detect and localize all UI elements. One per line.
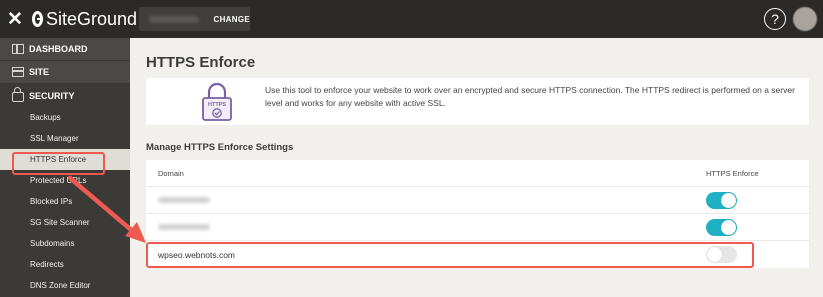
- toggle-knob: [721, 219, 736, 235]
- table-row: [146, 187, 809, 214]
- table-header: Domain HTTPS Enforce: [146, 160, 809, 187]
- annotation-highlight-sidebar: [12, 152, 105, 175]
- avatar[interactable]: [793, 7, 817, 31]
- site-name-redacted: [149, 15, 199, 23]
- sidebar-section-label: SECURITY: [29, 90, 75, 101]
- sidebar-item-dns-zone-editor[interactable]: DNS Zone Editor: [0, 275, 130, 296]
- sidebar-item-blocked-ips[interactable]: Blocked IPs: [0, 191, 130, 212]
- annotation-highlight-row: [146, 242, 754, 268]
- https-enforce-toggle[interactable]: [706, 218, 737, 236]
- site-icon: [12, 67, 24, 77]
- toggle-knob: [721, 192, 736, 208]
- https-icon-label: HTTPS: [208, 102, 226, 108]
- sidebar-item-sg-site-scanner[interactable]: SG Site Scanner: [0, 212, 130, 233]
- table-row: [146, 214, 809, 241]
- logo-icon: [32, 11, 43, 27]
- sidebar-item-redirects[interactable]: Redirects: [0, 254, 130, 275]
- logo-text: SiteGround: [45, 8, 137, 29]
- page-title: HTTPS Enforce: [146, 54, 256, 71]
- lock-icon: [12, 87, 24, 102]
- info-description: Use this tool to enforce your website to…: [265, 85, 795, 108]
- column-header-domain: Domain: [158, 168, 184, 178]
- domain-redacted: [158, 197, 210, 203]
- section-title: Manage HTTPS Enforce Settings: [146, 142, 294, 153]
- sidebar-section-label: DASHBOARD: [29, 44, 88, 54]
- sidebar-section-site[interactable]: SITE: [0, 61, 130, 84]
- dashboard-icon: [12, 44, 24, 54]
- top-bar: ✕ SiteGround CHANGE ?: [0, 0, 823, 38]
- help-icon[interactable]: ?: [764, 8, 786, 30]
- column-header-https-enforce: HTTPS Enforce: [706, 168, 759, 178]
- change-site-button[interactable]: CHANGE: [214, 15, 250, 24]
- https-lock-icon: HTTPS: [202, 82, 232, 121]
- info-card: HTTPS Use this tool to enforce your webs…: [146, 78, 809, 125]
- sidebar-section-dashboard[interactable]: DASHBOARD: [0, 38, 130, 61]
- https-enforce-toggle[interactable]: [706, 191, 737, 209]
- sidebar-item-ssl-manager[interactable]: SSL Manager: [0, 128, 130, 149]
- sidebar-section-security[interactable]: SECURITY: [0, 84, 130, 107]
- site-selector[interactable]: CHANGE: [139, 7, 250, 31]
- close-icon[interactable]: ✕: [0, 0, 30, 38]
- sidebar-section-label: SITE: [29, 67, 50, 77]
- siteground-logo[interactable]: SiteGround: [32, 0, 137, 38]
- domain-redacted: [158, 224, 210, 230]
- sidebar-item-backups[interactable]: Backups: [0, 107, 130, 128]
- sidebar-item-subdomains[interactable]: Subdomains: [0, 233, 130, 254]
